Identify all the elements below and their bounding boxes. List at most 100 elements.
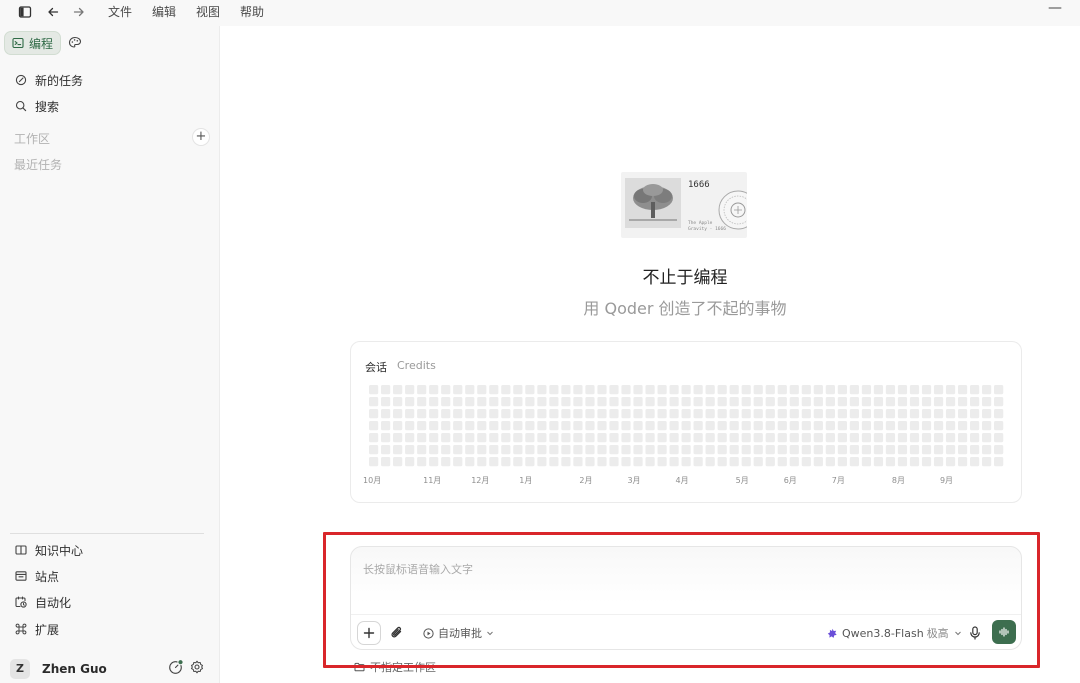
activity-cell: [477, 445, 487, 455]
activity-cell: [909, 445, 920, 455]
activity-cell: [933, 397, 944, 407]
activity-cell: [549, 421, 559, 431]
activity-cell: [693, 385, 703, 395]
activity-cell: [921, 433, 932, 443]
add-context-button[interactable]: [357, 621, 381, 645]
activity-cell: [573, 445, 583, 455]
chat-input-placeholder[interactable]: 长按鼠标语音输入文字: [363, 561, 473, 577]
activity-cell: [657, 433, 667, 443]
sidebar-toggle-icon[interactable]: [16, 3, 34, 21]
activity-cell: [885, 409, 896, 419]
workspace-selector[interactable]: 不指定工作区: [354, 660, 436, 674]
activity-cell: [657, 409, 667, 419]
activity-cell: [381, 385, 391, 395]
activity-cell: [501, 385, 511, 395]
activity-cell: [597, 457, 607, 467]
paperclip-icon[interactable]: [389, 625, 405, 641]
usage-gauge-icon[interactable]: [168, 659, 184, 675]
activity-cell: [501, 409, 511, 419]
activity-cell: [489, 385, 499, 395]
user-profile[interactable]: Z Zhen Guo: [10, 656, 210, 682]
sidebar: 编程 新的任务 搜索 工作区 + 最近任务 知识中心 站点 自动化 扩展 Z Z…: [0, 26, 220, 683]
tab-code[interactable]: 编程: [4, 31, 62, 55]
tab-design[interactable]: [61, 31, 89, 55]
activity-cell: [369, 457, 379, 467]
hero-card-caption-1: The Apple: [688, 220, 713, 226]
activity-cell: [861, 421, 872, 431]
activity-cell: [489, 397, 499, 407]
voice-mode-button[interactable]: [992, 620, 1016, 644]
activity-cell: [609, 385, 619, 395]
activity-cell: [393, 433, 403, 443]
settings-icon[interactable]: [190, 660, 204, 674]
activity-cell: [393, 457, 403, 467]
activity-cell: [765, 433, 775, 443]
activity-cell: [453, 385, 463, 395]
activity-cell: [645, 397, 655, 407]
activity-cell: [489, 445, 499, 455]
activity-cell: [633, 409, 643, 419]
menu-view[interactable]: 视图: [196, 3, 220, 20]
activity-cell: [609, 421, 619, 431]
activity-cell: [729, 409, 739, 419]
sidebar-item-sites[interactable]: 站点: [14, 566, 59, 586]
auto-approve-dropdown[interactable]: 自动审批: [423, 626, 494, 640]
activity-cell: [573, 397, 583, 407]
activity-cell: [765, 421, 775, 431]
activity-cell: [537, 445, 547, 455]
activity-cell: [549, 409, 559, 419]
activity-cell: [537, 433, 547, 443]
activity-cell: [717, 385, 727, 395]
activity-cell: [561, 457, 571, 467]
activity-cell: [681, 385, 691, 395]
activity-cell: [897, 433, 908, 443]
activity-cell: [765, 397, 775, 407]
activity-cell: [741, 409, 751, 419]
sidebar-item-knowledge[interactable]: 知识中心: [14, 540, 83, 560]
activity-cell: [597, 433, 607, 443]
activity-cell: [801, 445, 811, 455]
menu-file[interactable]: 文件: [108, 3, 132, 20]
sidebar-item-automation[interactable]: 自动化: [14, 592, 71, 612]
activity-cell: [501, 433, 511, 443]
activity-cell: [717, 433, 727, 443]
activity-cell: [669, 409, 679, 419]
chat-composer[interactable]: 长按鼠标语音输入文字 自动审批 Qwen3.8-Flash 极高: [350, 546, 1022, 650]
forward-arrow-icon[interactable]: [70, 3, 88, 21]
activity-cell: [873, 397, 884, 407]
sidebar-item-extensions[interactable]: 扩展: [14, 619, 59, 639]
sidebar-item-new-task[interactable]: 新的任务: [14, 70, 83, 90]
activity-cell: [525, 397, 535, 407]
model-selector[interactable]: Qwen3.8-Flash 极高: [827, 626, 962, 640]
activity-cell: [561, 385, 571, 395]
microphone-icon[interactable]: [967, 625, 983, 641]
activity-cell: [669, 445, 679, 455]
activity-cell: [970, 421, 980, 431]
activity-cell: [909, 433, 920, 443]
activity-cell: [945, 433, 956, 443]
sidebar-item-search[interactable]: 搜索: [14, 96, 59, 116]
activity-cell: [393, 421, 403, 431]
activity-cell: [957, 421, 968, 431]
menu-help[interactable]: 帮助: [240, 3, 264, 20]
automation-icon: [14, 595, 28, 609]
activity-month-label: 2月: [579, 476, 593, 485]
activity-cell: [801, 433, 811, 443]
activity-cell: [921, 385, 932, 395]
activity-cell: [393, 409, 403, 419]
activity-cell: [909, 397, 920, 407]
back-arrow-icon[interactable]: [44, 3, 62, 21]
activity-cell: [537, 421, 547, 431]
activity-heatmap-card: 会话 Credits 10月 11月 12月 1月 2月 3月 4月 5月 6月 7月 8月 9月: [350, 341, 1022, 503]
tab-credits[interactable]: Credits: [397, 359, 436, 375]
menu-edit[interactable]: 编辑: [152, 3, 176, 20]
activity-cell: [561, 433, 571, 443]
sidebar-item-label: 扩展: [35, 622, 60, 637]
activity-cell: [753, 433, 763, 443]
activity-cell: [897, 385, 908, 395]
tab-sessions[interactable]: 会话: [365, 359, 387, 375]
activity-cell: [705, 457, 715, 467]
activity-cell: [405, 457, 415, 467]
add-workspace-button[interactable]: +: [192, 128, 210, 146]
minimize-button[interactable]: —: [1046, 1, 1064, 19]
